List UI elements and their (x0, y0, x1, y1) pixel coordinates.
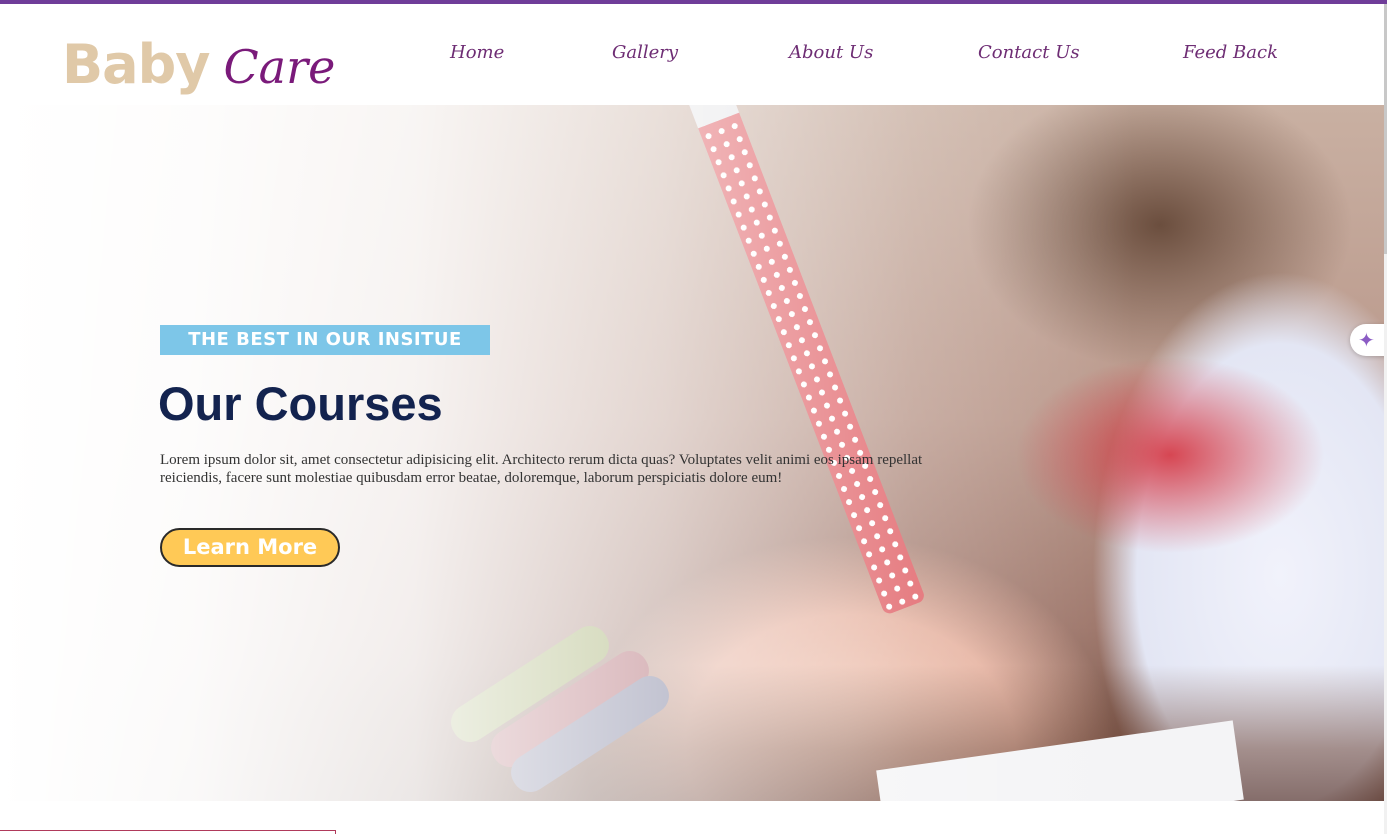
nav-home[interactable]: Home (450, 42, 504, 63)
sparkle-icon[interactable]: ✦ (1350, 324, 1387, 356)
sparkle-glyph: ✦ (1358, 328, 1375, 352)
nav-about-us[interactable]: About Us (789, 42, 873, 63)
hero-badge: THE BEST IN OUR INSITUE (160, 325, 490, 355)
next-section-edge (0, 830, 336, 834)
learn-more-button[interactable]: Learn More (160, 528, 340, 567)
nav-contact-us[interactable]: Contact Us (978, 42, 1080, 63)
main-nav: Home Gallery About Us Contact Us Feed Ba… (0, 42, 1387, 72)
nav-gallery[interactable]: Gallery (612, 42, 678, 63)
hero-title: Our Courses (158, 377, 443, 430)
nav-feed-back[interactable]: Feed Back (1183, 42, 1278, 63)
hero-description: Lorem ipsum dolor sit, amet consectetur … (160, 452, 923, 486)
